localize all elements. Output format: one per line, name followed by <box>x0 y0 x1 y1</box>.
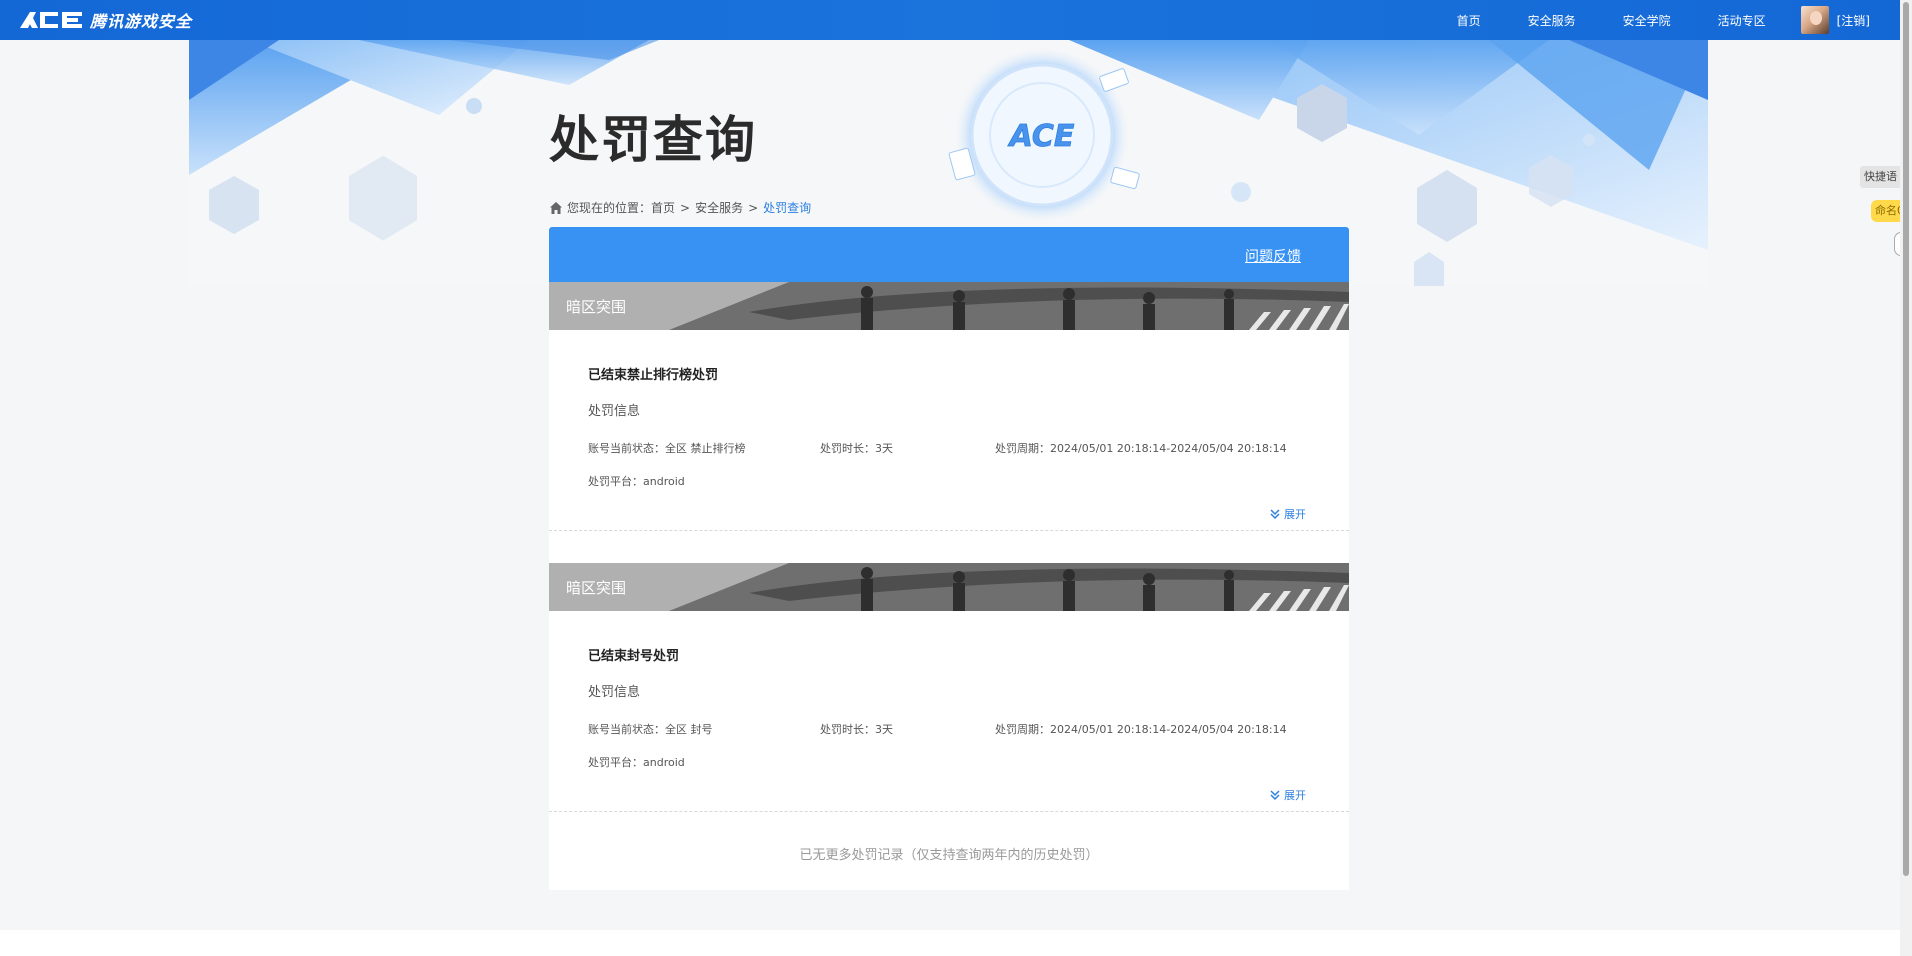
breadcrumb-separator: > <box>748 200 759 215</box>
ace-logo-icon <box>20 12 82 28</box>
record-subtitle: 处罚信息 <box>588 685 641 700</box>
page-scrollbar[interactable] <box>1900 0 1912 956</box>
nav-events[interactable]: 活动专区 <box>1718 12 1766 29</box>
top-nav-bar: 腾讯游戏安全 首页 安全服务 安全学院 活动专区 [注销] <box>0 0 1900 40</box>
record-subtitle: 处罚信息 <box>588 404 641 419</box>
nav-home[interactable]: 首页 <box>1457 12 1481 29</box>
penalty-record: 暗区突围 已结束封号处罚 处罚信息 账号当前状态：全区 封号 处罚时长：3天 处… <box>549 563 1349 812</box>
penalty-platform: 处罚平台：android <box>588 756 685 769</box>
chevron-double-down-icon <box>1270 790 1280 801</box>
svg-text:ACE: ACE <box>1008 119 1075 154</box>
logout-link[interactable]: [注销] <box>1837 12 1870 29</box>
page-title: 处罚查询 <box>549 110 757 169</box>
breadcrumb-security-service[interactable]: 安全服务 <box>695 199 743 216</box>
game-name: 暗区突围 <box>566 298 627 316</box>
account-status: 账号当前状态：全区 封号 <box>588 723 713 736</box>
avatar[interactable] <box>1800 6 1829 34</box>
expand-button[interactable]: 展开 <box>1269 506 1306 522</box>
expand-label: 展开 <box>1284 789 1306 802</box>
record-title: 已结束禁止排行榜处罚 <box>588 368 719 383</box>
breadcrumb-separator: > <box>680 200 691 215</box>
main-nav: 首页 安全服务 安全学院 活动专区 [注销] <box>1457 0 1900 40</box>
home-icon <box>550 201 562 214</box>
nav-security-service[interactable]: 安全服务 <box>1528 12 1576 29</box>
feedback-link[interactable]: 问题反馈 <box>1245 246 1301 266</box>
penalty-period: 处罚周期：2024/05/01 20:18:14-2024/05/04 20:1… <box>995 723 1287 736</box>
game-banner-art <box>549 282 1349 330</box>
nav-security-academy[interactable]: 安全学院 <box>1623 12 1671 29</box>
footer-strip <box>0 930 1900 956</box>
breadcrumb-home[interactable]: 首页 <box>651 199 675 216</box>
penalty-panel: 问题反馈 暗区突围 已结束禁止排行榜处罚 处罚信息 账号当前状态：全区 禁止排行… <box>549 227 1349 890</box>
panel-header: 问题反馈 <box>549 227 1349 282</box>
game-banner: 暗区突围 <box>549 563 1349 611</box>
ace-logo[interactable]: 腾讯游戏安全 <box>18 8 192 32</box>
penalty-platform: 处罚平台：android <box>588 475 685 488</box>
game-banner: 暗区突围 <box>549 282 1349 330</box>
quick-phrase-button[interactable]: 快捷语 <box>1860 166 1904 188</box>
penalty-period: 处罚周期：2024/05/01 20:18:14-2024/05/04 20:1… <box>995 442 1287 455</box>
record-title: 已结束封号处罚 <box>588 649 680 664</box>
account-status: 账号当前状态：全区 禁止排行榜 <box>588 442 746 455</box>
no-more-records: 已无更多处罚记录（仅支持查询两年内的历史处罚） <box>799 848 1099 863</box>
scrollbar-thumb[interactable] <box>1903 2 1909 876</box>
logo-text: 腾讯游戏安全 <box>90 12 193 31</box>
chevron-double-down-icon <box>1270 509 1280 520</box>
penalty-duration: 处罚时长：3天 <box>820 723 893 736</box>
game-name: 暗区突围 <box>566 579 627 597</box>
breadcrumb-prefix: 您现在的位置： <box>567 201 652 215</box>
breadcrumb-current: 处罚查询 <box>763 201 812 215</box>
penalty-record: 暗区突围 已结束禁止排行榜处罚 处罚信息 账号当前状态：全区 禁止排行榜 处罚时… <box>549 282 1349 531</box>
expand-button[interactable]: 展开 <box>1269 787 1306 803</box>
record-body: 已结束禁止排行榜处罚 处罚信息 账号当前状态：全区 禁止排行榜 处罚时长：3天 … <box>549 330 1349 531</box>
expand-label: 展开 <box>1284 508 1306 521</box>
record-gap <box>549 531 1349 563</box>
breadcrumb: 您现在的位置： 首页 > 安全服务 > 处罚查询 <box>549 199 811 216</box>
record-body: 已结束封号处罚 处罚信息 账号当前状态：全区 封号 处罚时长：3天 处罚周期：2… <box>549 611 1349 812</box>
penalty-duration: 处罚时长：3天 <box>820 442 893 455</box>
game-banner-art <box>549 563 1349 611</box>
